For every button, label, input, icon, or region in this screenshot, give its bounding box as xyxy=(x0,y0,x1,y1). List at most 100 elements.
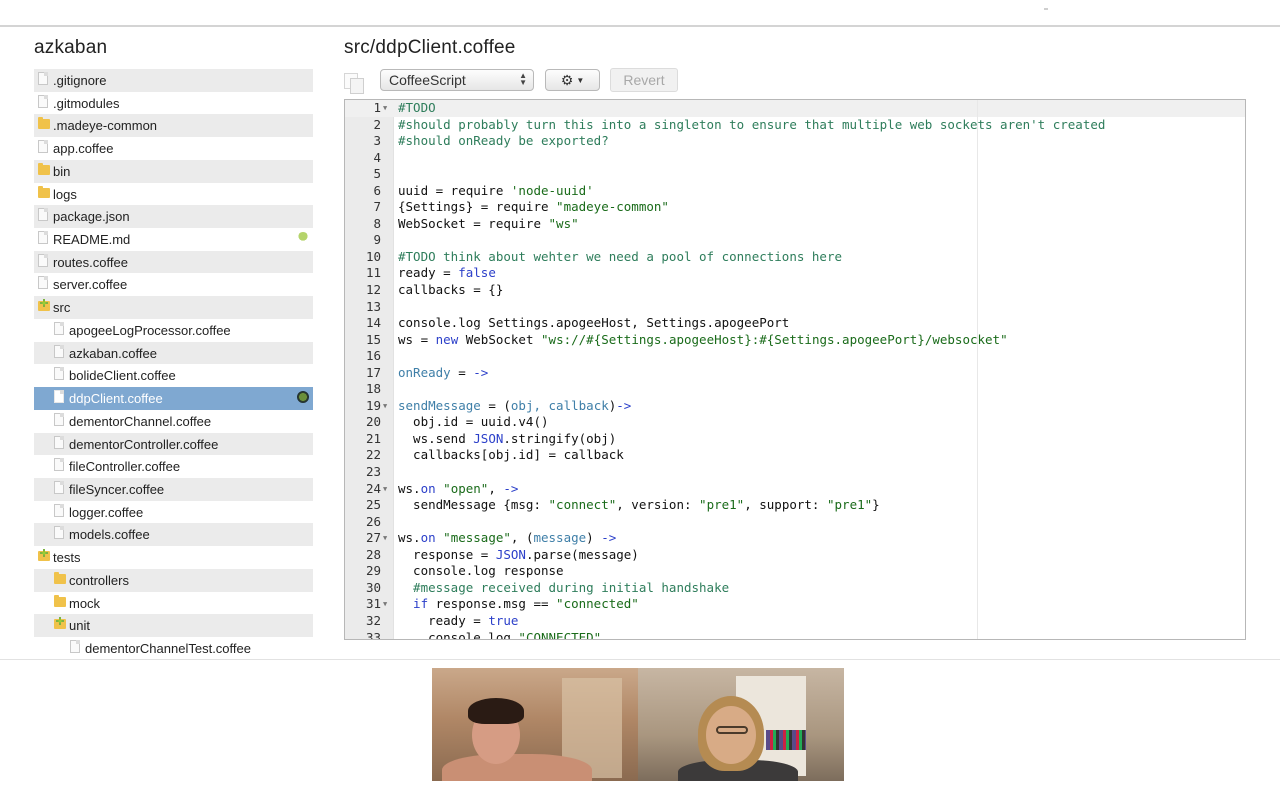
tree-item-azkaban-coffee[interactable]: azkaban.coffee xyxy=(34,341,313,365)
code-line: 8 WebSocket = require "ws" xyxy=(345,216,1245,233)
file-icon xyxy=(54,503,64,517)
tree-item-madeye-common[interactable]: .madeye-common xyxy=(34,114,313,138)
line-number: 25 xyxy=(365,497,381,513)
tree-item-server-coffee[interactable]: server.coffee xyxy=(34,273,313,296)
code-line: 27 ▼ ws.on "message", (message) -> xyxy=(345,530,1245,547)
code-text: #should onReady be exported? xyxy=(398,133,609,150)
code-text: #message received during initial handsha… xyxy=(398,580,729,597)
tree-item-bolideclient-coffee[interactable]: bolideClient.coffee xyxy=(34,364,313,387)
tree-item-bin[interactable]: bin xyxy=(34,159,313,183)
tree-item-label: package.json xyxy=(53,209,130,225)
tree-item-label: dementorController.coffee xyxy=(69,436,219,452)
code-text: obj.id = uuid.v4() xyxy=(398,414,548,431)
file-icon xyxy=(38,276,48,290)
code-token: {Settings} = require xyxy=(398,199,557,215)
line-number: 3 xyxy=(373,133,381,149)
tree-item-label: models.coffee xyxy=(69,527,150,543)
line-number: 5 xyxy=(373,166,381,182)
code-lines: 1 ▼ #TODO 2 #should probably turn this into … xyxy=(345,100,1245,640)
fold-toggle-icon[interactable]: ▼ xyxy=(383,481,387,498)
code-token: ws. xyxy=(398,530,421,546)
code-text: sendMessage = (obj, callback)-> xyxy=(398,398,631,415)
video-feed-1[interactable] xyxy=(432,668,638,781)
code-token: JSON xyxy=(495,546,526,562)
file-icon xyxy=(54,412,64,426)
code-line: 18 xyxy=(345,381,1245,398)
line-number: 13 xyxy=(365,298,381,314)
code-text: ws = new WebSocket "ws://#{Settings.apog… xyxy=(398,332,1008,349)
tree-item-models-coffee[interactable]: models.coffee xyxy=(34,523,313,547)
code-token: ) xyxy=(586,530,602,546)
tree-item-gitmodules[interactable]: .gitmodules xyxy=(34,92,313,115)
tree-item-dementorchannel-coffee[interactable]: dementorChannel.coffee xyxy=(34,410,313,433)
chevron-down-icon: ▼ xyxy=(576,76,585,85)
tree-item-label: fileController.coffee xyxy=(69,459,181,475)
tree-item-gitignore[interactable]: .gitignore xyxy=(34,69,313,92)
tree-item-routes-coffee[interactable]: routes.coffee xyxy=(34,250,313,274)
fold-toggle-icon[interactable]: ▼ xyxy=(383,530,387,547)
code-text: callbacks[obj.id] = callback xyxy=(398,447,624,464)
code-line: 32 ready = true xyxy=(345,613,1245,630)
fold-toggle-icon[interactable]: ▼ xyxy=(383,100,387,117)
copy-icon[interactable] xyxy=(344,73,366,95)
fold-toggle-icon[interactable]: ▼ xyxy=(383,398,387,415)
code-token: "pre1" xyxy=(827,497,873,513)
code-token: "ws://#{Settings.apogeeHost}:#{Settings.… xyxy=(541,331,1008,347)
code-editor[interactable]: 1 ▼ #TODO 2 #should probably turn this into … xyxy=(344,99,1246,640)
tree-item-dementorcontroller-coffee[interactable]: dementorController.coffee xyxy=(34,432,313,456)
code-token: #message received during initial handsha… xyxy=(398,579,730,595)
line-number: 9 xyxy=(373,232,381,248)
code-text: ready = true xyxy=(398,613,518,630)
code-token: -> xyxy=(601,530,617,546)
tree-item-mock[interactable]: mock xyxy=(34,592,313,615)
tree-item-app-coffee[interactable]: app.coffee xyxy=(34,137,313,160)
tree-item-label: logs xyxy=(53,186,77,202)
tree-item-label: mock xyxy=(69,595,101,611)
folder-icon xyxy=(38,117,50,130)
revert-button[interactable]: Revert xyxy=(610,68,678,92)
code-token: -> xyxy=(473,364,489,380)
code-line: 22 callbacks[obj.id] = callback xyxy=(345,447,1245,464)
tree-item-tests[interactable]: tests xyxy=(34,546,313,569)
tree-item-readme-md[interactable]: README.md xyxy=(34,228,313,251)
tree-item-logs[interactable]: logs xyxy=(34,183,313,206)
code-text: sendMessage {msg: "connect", version: "p… xyxy=(398,497,880,514)
tree-item-dementorchanneltest-coffee[interactable]: dementorChannelTest.coffee xyxy=(34,637,313,659)
line-number: 29 xyxy=(365,563,381,579)
code-token: , version: xyxy=(616,497,700,513)
code-token: on xyxy=(420,480,436,496)
line-number: 8 xyxy=(373,215,381,231)
code-token: obj, callback xyxy=(510,397,609,413)
code-line: 5 xyxy=(345,166,1245,183)
video-background-books xyxy=(766,730,806,750)
code-token: -> xyxy=(616,397,632,413)
tree-item-label: bin xyxy=(53,163,71,179)
file-icon xyxy=(70,639,80,653)
tree-item-src[interactable]: src xyxy=(34,296,313,319)
code-token: "madeye-common" xyxy=(556,199,669,215)
line-number: 6 xyxy=(373,182,381,198)
code-token: callbacks[obj.id] = callback xyxy=(398,447,624,463)
tree-item-logger-coffee[interactable]: logger.coffee xyxy=(34,501,313,524)
code-token: message xyxy=(533,530,587,546)
code-line: 17 onReady = -> xyxy=(345,365,1245,382)
tree-item-controllers[interactable]: controllers xyxy=(34,568,313,592)
tree-item-filecontroller-coffee[interactable]: fileController.coffee xyxy=(34,455,313,478)
tree-item-ddpclient-coffee[interactable]: ddpClient.coffee xyxy=(34,387,313,410)
language-mode-select[interactable]: CoffeeScript ▲ ▼ xyxy=(380,69,534,91)
code-line: 25 sendMessage {msg: "connect", version:… xyxy=(345,497,1245,514)
code-token: WebSocket = require xyxy=(398,215,549,231)
line-number: 10 xyxy=(365,248,381,264)
code-token: ready = xyxy=(398,612,489,628)
tree-item-unit[interactable]: unit xyxy=(34,614,313,637)
code-text: console.log "CONNECTED" xyxy=(398,630,601,640)
tree-item-package-json[interactable]: package.json xyxy=(34,205,313,229)
video-feed-2[interactable] xyxy=(638,668,844,781)
file-icon xyxy=(54,458,64,472)
fold-toggle-icon[interactable]: ▼ xyxy=(383,596,387,613)
folder-icon xyxy=(54,594,66,607)
settings-menu-button[interactable]: ⚙ ▼ xyxy=(545,69,600,91)
tree-item-filesyncer-coffee[interactable]: fileSyncer.coffee xyxy=(34,477,313,501)
code-token: "message" xyxy=(443,530,511,546)
tree-item-apogeelogprocessor-coffee[interactable]: apogeeLogProcessor.coffee xyxy=(34,319,313,342)
